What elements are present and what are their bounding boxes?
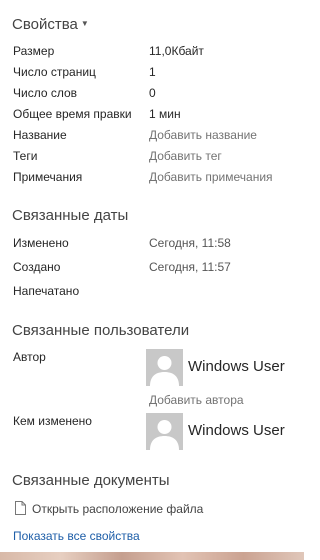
property-value: 1 мин [149, 107, 181, 121]
date-row-modified: Изменено Сегодня, 11:58 [13, 236, 303, 254]
property-label: Название [13, 128, 67, 142]
avatar [146, 349, 183, 386]
property-row-pages: Число страниц 1 [13, 65, 303, 83]
modified-by-label: Кем изменено [13, 414, 92, 428]
show-all-properties-link[interactable]: Показать все свойства [13, 529, 140, 543]
modified-by-name: Windows User [188, 422, 285, 439]
tags-field[interactable]: Добавить тег [149, 149, 222, 163]
property-label: Теги [13, 149, 38, 163]
date-row-printed: Напечатано [13, 284, 303, 302]
avatar [146, 413, 183, 450]
properties-header[interactable]: Свойства ▼ [12, 16, 89, 33]
open-file-location-label: Открыть расположение файла [32, 502, 204, 516]
property-value: 11,0Кбайт [149, 44, 204, 58]
property-row-title: Название Добавить название [13, 128, 303, 146]
author-name: Windows User [188, 358, 285, 375]
date-label: Напечатано [13, 284, 80, 298]
related-documents-title: Связанные документы [12, 472, 170, 489]
property-row-words: Число слов 0 [13, 86, 303, 104]
property-value: 0 [149, 86, 156, 100]
property-label: Число слов [13, 86, 78, 100]
date-value: Сегодня, 11:58 [149, 236, 231, 250]
property-label: Число страниц [13, 65, 96, 79]
property-value: 1 [149, 65, 156, 79]
property-label: Размер [13, 44, 55, 58]
user-placeholder-icon [146, 349, 183, 386]
date-label: Изменено [13, 236, 69, 250]
property-label: Общее время правки [13, 107, 132, 121]
document-info-panel: Свойства ▼ Размер 11,0Кбайт Число страниц… [0, 0, 304, 560]
property-row-comments: Примечания Добавить примечания [13, 170, 303, 188]
chevron-down-icon[interactable]: ▼ [81, 19, 89, 28]
related-dates-title: Связанные даты [12, 207, 129, 224]
author-label: Автор [13, 350, 46, 364]
related-people-title: Связанные пользователи [12, 322, 190, 339]
property-row-tags: Теги Добавить тег [13, 149, 303, 167]
date-label: Создано [13, 260, 61, 274]
properties-title[interactable]: Свойства [12, 16, 78, 33]
comments-field[interactable]: Добавить примечания [149, 170, 273, 184]
add-author-link[interactable]: Добавить автора [149, 393, 244, 407]
property-row-size: Размер 11,0Кбайт [13, 44, 303, 62]
title-field[interactable]: Добавить название [149, 128, 257, 142]
date-row-created: Создано Сегодня, 11:57 [13, 260, 303, 278]
background-strip [0, 552, 304, 560]
property-row-edit-time: Общее время правки 1 мин [13, 107, 303, 125]
user-placeholder-icon [146, 413, 183, 450]
date-value: Сегодня, 11:57 [149, 260, 231, 274]
property-label: Примечания [13, 170, 83, 184]
file-icon [15, 501, 26, 515]
